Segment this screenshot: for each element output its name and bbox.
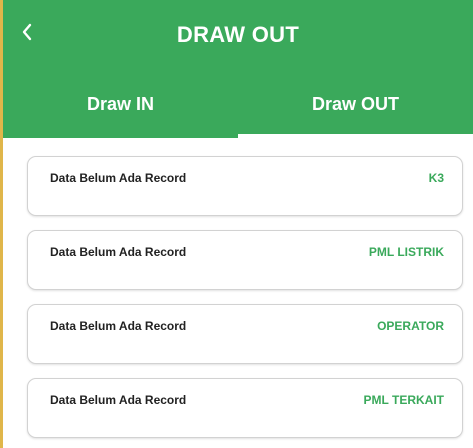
record-card-pml-terkait[interactable]: Data Belum Ada Record PML TERKAIT (27, 378, 463, 438)
record-list: Data Belum Ada Record K3 Data Belum Ada … (3, 138, 473, 438)
app-screen: DRAW OUT Draw IN Draw OUT Data Belum Ada… (0, 0, 473, 448)
page-title: DRAW OUT (176, 22, 300, 47)
tab-draw-in[interactable]: Draw IN (3, 70, 238, 138)
tab-label: Draw OUT (311, 93, 399, 114)
record-category: PML TERKAIT (363, 393, 444, 407)
tab-draw-out[interactable]: Draw OUT (238, 70, 473, 138)
record-category: K3 (428, 171, 444, 185)
record-card-pml-listrik[interactable]: Data Belum Ada Record PML LISTRIK (27, 230, 463, 290)
record-status: Data Belum Ada Record (50, 393, 187, 407)
chevron-left-icon (20, 22, 34, 42)
tab-bar: Draw IN Draw OUT (3, 70, 473, 138)
back-button[interactable] (13, 18, 41, 46)
record-status: Data Belum Ada Record (50, 245, 187, 259)
record-card-operator[interactable]: Data Belum Ada Record OPERATOR (27, 304, 463, 364)
app-header: DRAW OUT (3, 0, 473, 70)
record-card-k3[interactable]: Data Belum Ada Record K3 (27, 156, 463, 216)
tab-label: Draw IN (86, 93, 155, 114)
record-category: PML LISTRIK (368, 245, 444, 259)
record-category: OPERATOR (377, 319, 444, 333)
record-status: Data Belum Ada Record (50, 171, 187, 185)
record-status: Data Belum Ada Record (50, 319, 187, 333)
